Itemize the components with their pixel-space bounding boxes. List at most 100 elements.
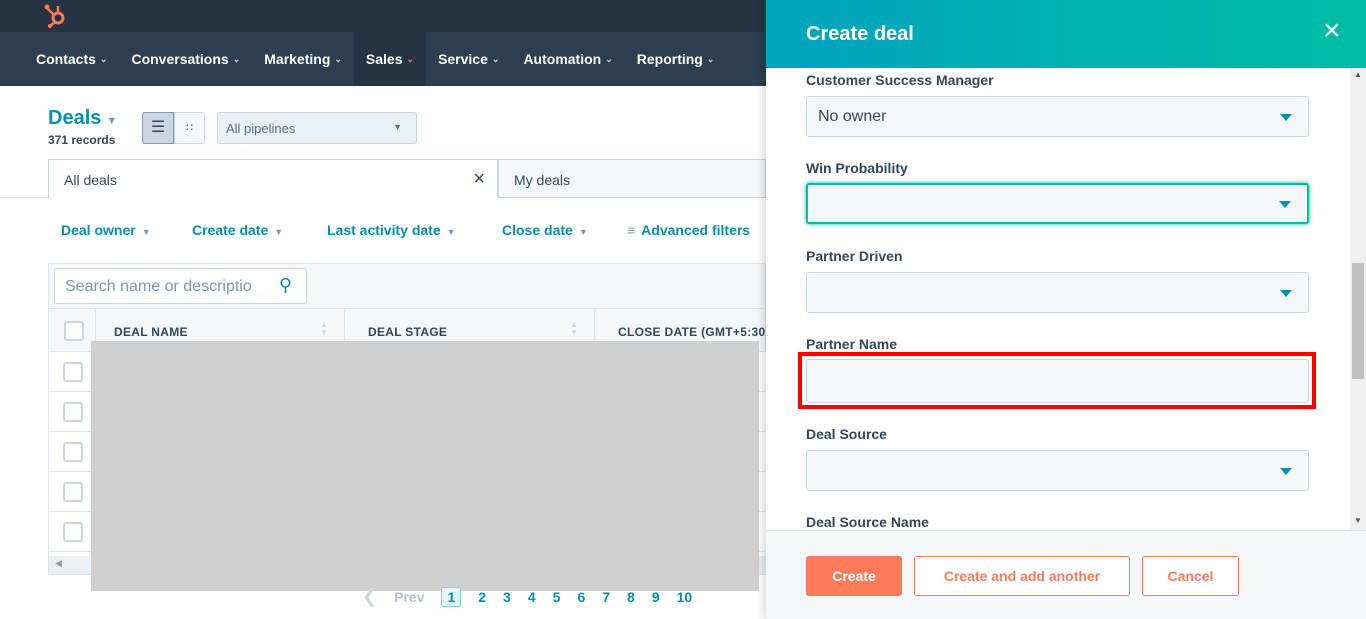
partner-name-input[interactable] [806,359,1309,403]
caret-down-icon: ▼ [446,227,456,237]
page-5[interactable]: 5 [553,589,561,605]
page-7[interactable]: 7 [602,589,610,605]
row-checkbox[interactable] [63,362,83,382]
row-checkbox[interactable] [63,402,83,422]
scroll-left-icon[interactable]: ◀ [55,558,62,569]
page-title[interactable]: Deals ▼ [48,107,117,130]
pagination: ❮ Prev 1 2 3 4 5 6 7 8 9 10 [362,586,692,607]
advanced-filters-button[interactable]: ≡ Advanced filters [627,222,750,238]
filter-create-date[interactable]: Create date ▼ [192,222,283,238]
page-title-text: Deals [48,107,102,129]
partner-driven-select[interactable] [806,272,1309,313]
filter-close-date[interactable]: Close date ▼ [502,222,588,238]
page-6[interactable]: 6 [577,589,585,605]
caret-down-icon [1280,289,1292,297]
nav-label: Contacts [36,51,96,67]
chevron-down-icon: ⌄ [334,53,342,64]
nav-label: Sales [365,51,403,67]
field-label: Win Probability [806,160,908,176]
chevron-down-icon: ⌄ [99,53,108,64]
chevron-left-icon[interactable]: ❮ [362,586,377,607]
hubspot-logo-icon[interactable] [44,4,68,28]
create-and-add-another-button[interactable]: Create and add another [914,556,1130,596]
search-placeholder: Search name or descriptio [65,278,252,295]
scrollbar-thumb[interactable] [1352,263,1364,379]
chevron-down-icon: ⌄ [491,53,500,64]
chevron-down-icon: ⌄ [232,53,241,64]
board-view-button[interactable]: ∷ [174,112,205,144]
nav-marketing[interactable]: Marketing ⌄ [252,32,354,86]
page-1[interactable]: 1 [441,586,462,607]
caret-down-icon: ▼ [578,227,588,237]
scroll-up-icon[interactable]: ▲ [1354,70,1362,79]
scroll-down-icon[interactable]: ▼ [1354,516,1362,525]
page-10[interactable]: 10 [677,589,693,605]
field-label: Customer Success Manager [806,72,994,88]
close-icon[interactable]: × [473,168,485,191]
panel-title: Create deal [806,23,914,45]
nav-service[interactable]: Service ⌄ [426,32,511,86]
page-2[interactable]: 2 [478,589,486,605]
create-deal-panel: Create deal × Customer Success Manager N… [766,0,1366,619]
sort-icon[interactable]: ▲ ▼ [320,321,328,337]
sort-icon[interactable]: ▲ ▼ [570,321,578,337]
page-3[interactable]: 3 [503,589,511,605]
panel-scrollbar[interactable]: ▲ ▼ [1350,68,1366,530]
view-tab-all-deals[interactable]: All deals × [48,159,498,199]
list-view-button[interactable]: ☰ [142,112,174,144]
pipeline-select[interactable]: All pipelines ▼ [217,112,417,144]
chevron-down-icon: ⌄ [706,53,715,64]
field-label: Partner Name [806,336,898,352]
deal-source-select[interactable] [806,450,1309,491]
nav-conversations[interactable]: Conversations ⌄ [119,32,252,86]
search-input[interactable]: Search name or descriptio ⚲ [54,268,307,304]
caret-down-icon: ▼ [393,122,402,132]
filter-last-activity-date[interactable]: Last activity date ▼ [327,222,456,238]
nav-contacts[interactable]: Contacts ⌄ [24,32,119,86]
chevron-down-icon: ⌄ [406,53,415,64]
tab-label: All deals [64,172,117,188]
field-label: Deal Source Name [806,514,929,530]
top-bar [0,0,766,32]
prev-page-button[interactable]: Prev [394,589,424,605]
row-checkbox[interactable] [63,522,83,542]
redacted-region [91,341,759,591]
caret-down-icon: ▼ [106,115,118,127]
cancel-button[interactable]: Cancel [1142,556,1239,596]
page-4[interactable]: 4 [528,589,536,605]
view-tab-my-deals[interactable]: My deals [498,159,766,198]
nav-label: Conversations [131,51,229,67]
nav-label: Reporting [636,51,703,67]
row-checkbox[interactable] [63,442,83,462]
record-count: 371 records [48,133,116,147]
filter-deal-owner[interactable]: Deal owner ▼ [61,222,151,238]
close-icon[interactable]: × [1323,14,1341,48]
nav-label: Service [438,51,488,67]
field-value: No owner [818,107,887,125]
nav-label: Automation [523,51,602,67]
main-nav: Contacts ⌄ Conversations ⌄ Marketing ⌄ Sale… [0,32,766,86]
search-icon[interactable]: ⚲ [279,275,292,296]
nav-sales[interactable]: Sales ⌄ [353,32,427,86]
chevron-down-icon: ⌄ [605,53,613,64]
caret-down-icon [1280,113,1292,121]
nav-automation[interactable]: Automation ⌄ [511,32,624,86]
page-9[interactable]: 9 [652,589,660,605]
caret-down-icon: ▼ [274,227,284,237]
nav-reporting[interactable]: Reporting ⌄ [625,32,727,86]
sliders-icon: ≡ [627,222,636,238]
field-label: Partner Driven [806,248,903,264]
select-all-checkbox[interactable] [64,321,84,341]
page-8[interactable]: 8 [627,589,635,605]
row-checkbox[interactable] [63,482,83,502]
win-probability-select[interactable] [806,183,1309,224]
nav-label: Marketing [264,51,331,67]
caret-down-icon: ▼ [141,227,151,237]
panel-footer: Create Create and add another Cancel [766,530,1366,619]
customer-success-manager-select[interactable]: No owner [806,96,1309,137]
create-button[interactable]: Create [806,556,902,596]
field-label: Deal Source [806,426,887,442]
panel-header: Create deal × [766,0,1366,68]
pipeline-value: All pipelines [226,121,296,136]
tab-label: My deals [514,172,571,188]
